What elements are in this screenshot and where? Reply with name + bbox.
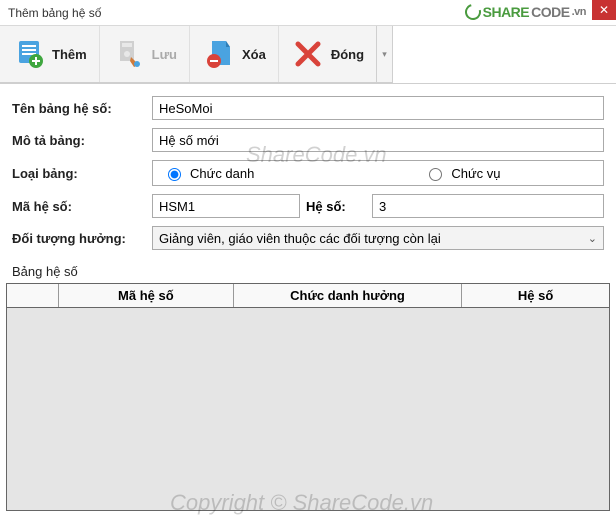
toolbar-group: Thêm Lưu bbox=[0, 26, 377, 83]
save-button[interactable]: Lưu bbox=[100, 26, 190, 82]
titlebar: Thêm bảng hệ số SHARECODE.vn ✕ bbox=[0, 0, 616, 26]
toolbar-overflow-button[interactable]: ▾ bbox=[377, 26, 393, 83]
grid-body bbox=[7, 308, 609, 510]
window-close-button[interactable]: ✕ bbox=[592, 0, 616, 20]
ten-bang-input[interactable] bbox=[152, 96, 604, 120]
sharecode-logo: SHARECODE.vn bbox=[465, 4, 586, 20]
label-he-so: Hệ số: bbox=[306, 199, 366, 214]
grid-bang-he-so[interactable]: Mã hệ số Chức danh hưởng Hệ số bbox=[6, 283, 610, 511]
logo-swirl-icon bbox=[462, 1, 484, 23]
close-button[interactable]: Đóng bbox=[279, 26, 376, 82]
grid-col-ma: Mã hệ số bbox=[59, 284, 234, 307]
delete-icon bbox=[202, 37, 236, 71]
close-icon: ✕ bbox=[599, 4, 609, 16]
close-x-icon bbox=[291, 37, 325, 71]
radio-chuc-vu[interactable]: Chức vụ bbox=[424, 165, 500, 181]
section-bang-he-so: Bảng hệ số bbox=[0, 262, 616, 283]
close-label: Đóng bbox=[331, 47, 364, 62]
add-icon bbox=[12, 37, 46, 71]
ma-he-so-input[interactable] bbox=[152, 194, 300, 218]
radio-chuc-danh-input[interactable] bbox=[168, 168, 181, 181]
grid-col-index bbox=[7, 284, 59, 307]
chevron-down-icon: ▾ bbox=[382, 49, 387, 60]
label-ma-he-so: Mã hệ số: bbox=[12, 199, 146, 214]
delete-label: Xóa bbox=[242, 47, 266, 62]
label-doi-tuong: Đối tượng hưởng: bbox=[12, 231, 146, 246]
save-icon bbox=[112, 37, 146, 71]
grid-col-chuc: Chức danh hưởng bbox=[234, 284, 463, 307]
mo-ta-input[interactable] bbox=[152, 128, 604, 152]
delete-button[interactable]: Xóa bbox=[190, 26, 279, 82]
doi-tuong-value: Giảng viên, giáo viên thuộc các đối tượn… bbox=[159, 231, 441, 246]
he-so-input[interactable] bbox=[372, 194, 604, 218]
grid-col-hs: Hệ số bbox=[462, 284, 609, 307]
window-title: Thêm bảng hệ số bbox=[8, 6, 101, 20]
doi-tuong-select[interactable]: Giảng viên, giáo viên thuộc các đối tượn… bbox=[152, 226, 604, 250]
radio-chuc-vu-input[interactable] bbox=[429, 168, 442, 181]
label-ten-bang: Tên bảng hệ số: bbox=[12, 101, 146, 116]
add-button[interactable]: Thêm bbox=[0, 26, 100, 82]
toolbar: Thêm Lưu bbox=[0, 26, 616, 84]
grid-header: Mã hệ số Chức danh hưởng Hệ số bbox=[7, 284, 609, 308]
chevron-down-icon: ⌄ bbox=[588, 232, 597, 245]
radio-chuc-danh[interactable]: Chức danh bbox=[163, 165, 254, 181]
label-loai-bang: Loại bảng: bbox=[12, 166, 146, 181]
loai-bang-group: Chức danh Chức vụ bbox=[152, 160, 604, 186]
save-label: Lưu bbox=[152, 47, 177, 62]
add-label: Thêm bbox=[52, 47, 87, 62]
label-mo-ta: Mô tả bảng: bbox=[12, 133, 146, 148]
form-area: Tên bảng hệ số: Mô tả bảng: Loại bảng: C… bbox=[0, 84, 616, 262]
